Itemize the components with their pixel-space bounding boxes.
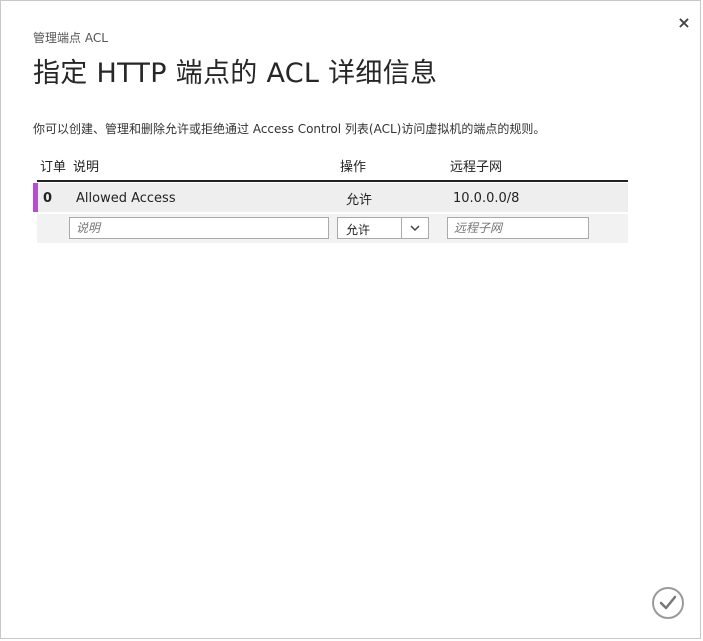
acl-dialog: × 管理端点 ACL 指定 HTTP 端点的 ACL 详细信息 你可以创建、管理… (0, 0, 701, 639)
checkmark-icon (659, 595, 677, 610)
header-action: 操作 (340, 160, 367, 175)
table-row[interactable]: 0 Allowed Access 允许 10.0.0.0/8 (33, 183, 628, 212)
row-selection-accent (33, 183, 38, 212)
table-header: 订单 说明 操作 远程子网 (37, 151, 628, 182)
remote-subnet-input[interactable] (447, 217, 589, 239)
header-order: 订单 (40, 160, 67, 175)
row-action: 允许 (346, 193, 373, 208)
action-select-value: 允许 (346, 223, 371, 237)
close-icon[interactable]: × (676, 14, 692, 32)
row-order: 0 (43, 191, 53, 206)
header-description: 说明 (73, 160, 100, 175)
dialog-subtitle: 管理端点 ACL (33, 31, 108, 45)
description-input[interactable] (69, 217, 329, 239)
dialog-description: 你可以创建、管理和删除允许或拒绝通过 Access Control 列表(ACL… (33, 122, 546, 136)
header-remote-subnet: 远程子网 (450, 160, 503, 175)
acl-table: 订单 说明 操作 远程子网 0 Allowed Access 允许 10.0.0… (33, 151, 628, 243)
dialog-title: 指定 HTTP 端点的 ACL 详细信息 (33, 58, 438, 89)
action-select[interactable]: 允许 (337, 217, 429, 239)
confirm-button[interactable] (652, 587, 684, 619)
row-remote-subnet: 10.0.0.0/8 (453, 191, 520, 206)
new-rule-row: 允许 (37, 214, 628, 243)
row-description: Allowed Access (76, 191, 176, 206)
chevron-down-icon[interactable] (401, 218, 428, 238)
